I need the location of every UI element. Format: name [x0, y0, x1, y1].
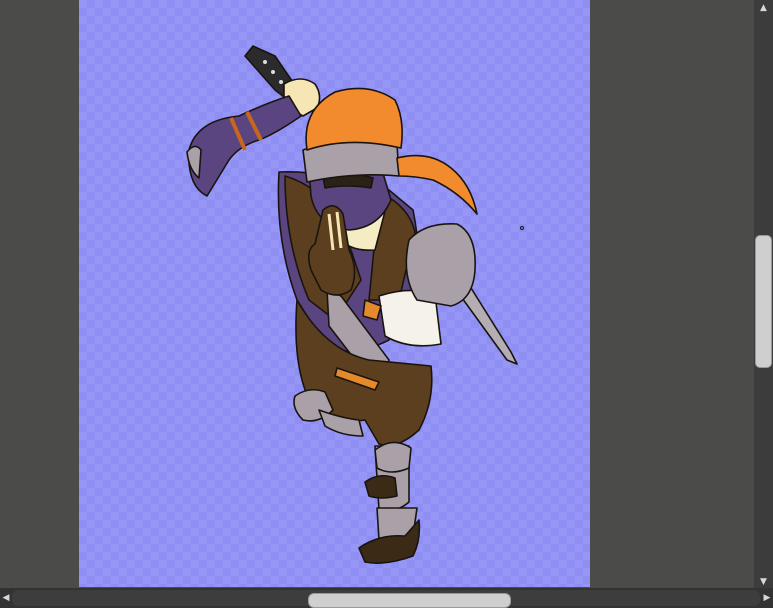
drawing-canvas[interactable] — [79, 0, 590, 587]
scroll-right-arrow-icon[interactable]: ▶ — [761, 591, 773, 605]
canvas-workspace[interactable] — [0, 0, 754, 588]
shoulder-guard — [405, 223, 476, 307]
vertical-scrollbar[interactable]: ▲ ▼ — [754, 0, 773, 590]
vertical-scroll-thumb[interactable] — [755, 235, 772, 368]
scroll-down-arrow-icon[interactable]: ▼ — [754, 576, 773, 588]
elbow-guard — [186, 145, 202, 179]
horizontal-scroll-thumb[interactable] — [308, 593, 511, 608]
horizontal-scroll-track[interactable] — [12, 590, 760, 608]
ninja-artwork — [186, 45, 524, 564]
cursor-dot — [520, 226, 524, 230]
bandana — [305, 87, 403, 151]
scroll-left-arrow-icon[interactable]: ◀ — [0, 591, 12, 605]
left-foot — [364, 474, 398, 499]
knee-guard-right — [374, 441, 412, 473]
bandana-tail — [396, 154, 478, 215]
scroll-up-arrow-icon[interactable]: ▲ — [754, 2, 773, 14]
horizontal-scrollbar[interactable]: ◀ ▶ — [0, 588, 773, 608]
